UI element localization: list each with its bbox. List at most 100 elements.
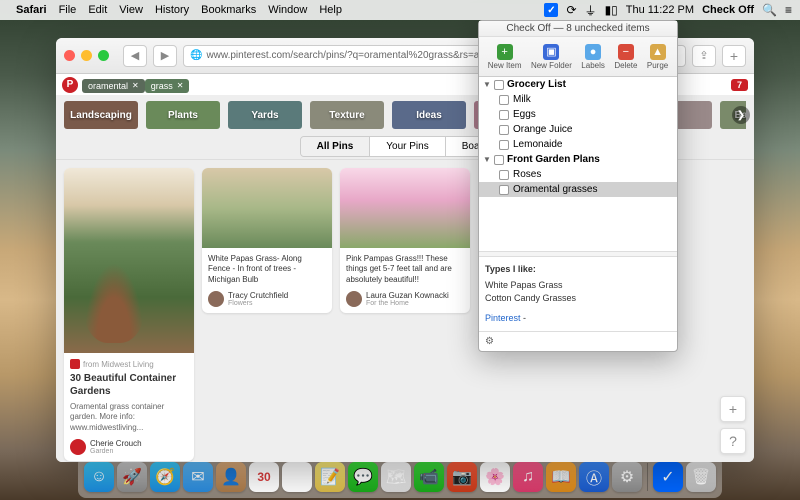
checkbox[interactable] bbox=[499, 170, 509, 180]
menu-view[interactable]: View bbox=[119, 4, 143, 16]
category-tile[interactable]: Ideas bbox=[392, 101, 466, 129]
folder[interactable]: ▼Front Garden Plans bbox=[479, 152, 677, 167]
menu-edit[interactable]: Edit bbox=[88, 4, 107, 16]
toolbar-new-item[interactable]: +New Item bbox=[488, 44, 522, 70]
share-button[interactable]: ⇪ bbox=[692, 45, 716, 67]
folder[interactable]: ▼Grocery List bbox=[479, 77, 677, 92]
dock-facetime[interactable]: 📹 bbox=[414, 462, 444, 492]
pin-author[interactable]: Cherie CrouchGarden bbox=[70, 439, 188, 455]
dock: ☺🚀🧭✉👤30☰📝💬🗺📹📷🌸♫📖Ⓐ⚙ ✓🗑 bbox=[78, 456, 722, 498]
dock-photobooth[interactable]: 📷 bbox=[447, 462, 477, 492]
back-button[interactable]: ◀ bbox=[123, 45, 147, 67]
battery-icon[interactable]: ▮▯ bbox=[605, 3, 618, 17]
note-link[interactable]: Pinterest bbox=[485, 313, 521, 323]
avatar bbox=[208, 291, 224, 307]
toolbar-delete[interactable]: −Delete bbox=[614, 44, 637, 70]
search-tag[interactable]: oramental✕ bbox=[82, 79, 145, 93]
dock-safari[interactable]: 🧭 bbox=[150, 462, 180, 492]
checkbox[interactable] bbox=[499, 185, 509, 195]
dock-notes[interactable]: 📝 bbox=[315, 462, 345, 492]
pin-card[interactable]: from Midwest Living 30 Beautiful Contain… bbox=[64, 168, 194, 461]
clock[interactable]: Thu 11:22 PM bbox=[626, 4, 694, 16]
status-app-label[interactable]: Check Off bbox=[702, 4, 754, 16]
dock-separator bbox=[647, 463, 648, 491]
checkoff-menubar-icon[interactable]: ✓ bbox=[544, 3, 558, 17]
dock-trash[interactable]: 🗑 bbox=[686, 462, 716, 492]
checkbox[interactable] bbox=[499, 140, 509, 150]
pin-card[interactable]: Pink Pampas Grass!!! These things get 5-… bbox=[340, 168, 470, 313]
scroll-right-button[interactable]: ❯ bbox=[732, 106, 750, 124]
category-tile[interactable]: Yards bbox=[228, 101, 302, 129]
dock-mail[interactable]: ✉ bbox=[183, 462, 213, 492]
pinterest-logo[interactable]: P bbox=[62, 77, 78, 93]
spotlight-icon[interactable]: 🔍 bbox=[762, 3, 777, 17]
note-header: Types I like: bbox=[485, 263, 671, 276]
dock-checkoff[interactable]: ✓ bbox=[653, 462, 683, 492]
wifi-icon[interactable]: ⏚ bbox=[585, 2, 597, 19]
menubar: Safari File Edit View History Bookmarks … bbox=[0, 0, 800, 20]
checkbox[interactable] bbox=[494, 155, 504, 165]
category-tile[interactable]: Landscaping bbox=[64, 101, 138, 129]
dock-preferences[interactable]: ⚙ bbox=[612, 462, 642, 492]
dock-maps[interactable]: 🗺 bbox=[381, 462, 411, 492]
dock-itunes[interactable]: ♫ bbox=[513, 462, 543, 492]
pin-author[interactable]: Laura Guzan KownackiFor the Home bbox=[346, 291, 464, 307]
dock-appstore[interactable]: Ⓐ bbox=[579, 462, 609, 492]
checkbox[interactable] bbox=[499, 110, 509, 120]
add-pin-button[interactable]: + bbox=[720, 396, 746, 422]
toolbar-labels[interactable]: ●Labels bbox=[581, 44, 605, 70]
menu-help[interactable]: Help bbox=[319, 4, 342, 16]
toolbar-purge[interactable]: ▲Purge bbox=[647, 44, 668, 70]
avatar bbox=[346, 291, 362, 307]
forward-button[interactable]: ▶ bbox=[153, 45, 177, 67]
list-item[interactable]: Milk bbox=[479, 92, 677, 107]
category-tile[interactable]: Texture bbox=[310, 101, 384, 129]
checkbox[interactable] bbox=[499, 95, 509, 105]
dock-messages[interactable]: 💬 bbox=[348, 462, 378, 492]
dock-calendar[interactable]: 30 bbox=[249, 462, 279, 492]
globe-icon: 🌐 bbox=[190, 50, 202, 61]
new-tab-button[interactable]: + bbox=[722, 45, 746, 67]
note-line: White Papas Grass bbox=[485, 279, 671, 292]
tab-all-pins[interactable]: All Pins bbox=[301, 137, 371, 156]
close-button[interactable] bbox=[64, 50, 75, 61]
app-name[interactable]: Safari bbox=[16, 4, 47, 16]
note-line: Cotton Candy Grasses bbox=[485, 292, 671, 305]
search-tag[interactable]: grass✕ bbox=[145, 79, 190, 93]
dock-finder[interactable]: ☺ bbox=[84, 462, 114, 492]
toolbar-new-folder[interactable]: ▣New Folder bbox=[531, 44, 572, 70]
category-tile[interactable]: Plants bbox=[146, 101, 220, 129]
close-icon[interactable]: ✕ bbox=[177, 81, 184, 90]
dock-reminders[interactable]: ☰ bbox=[282, 462, 312, 492]
gear-icon[interactable]: ⚙ bbox=[485, 336, 494, 347]
list-item[interactable]: Orange Juice bbox=[479, 122, 677, 137]
menu-window[interactable]: Window bbox=[268, 4, 307, 16]
disclosure-triangle-icon[interactable]: ▼ bbox=[483, 80, 491, 89]
minimize-button[interactable] bbox=[81, 50, 92, 61]
pin-card[interactable]: White Papas Grass- Along Fence - In fron… bbox=[202, 168, 332, 313]
pin-author[interactable]: Tracy CrutchfieldFlowers bbox=[208, 291, 326, 307]
dock-launchpad[interactable]: 🚀 bbox=[117, 462, 147, 492]
tab-your-pins[interactable]: Your Pins bbox=[370, 137, 445, 156]
help-button[interactable]: ? bbox=[720, 428, 746, 454]
notification-badge[interactable]: 7 bbox=[731, 79, 748, 91]
zoom-button[interactable] bbox=[98, 50, 109, 61]
dock-contacts[interactable]: 👤 bbox=[216, 462, 246, 492]
note-panel[interactable]: Types I like: White Papas Grass Cotton C… bbox=[479, 257, 677, 331]
notification-center-icon[interactable]: ≡ bbox=[785, 3, 792, 17]
checkbox[interactable] bbox=[494, 80, 504, 90]
disclosure-triangle-icon[interactable]: ▼ bbox=[483, 155, 491, 164]
list-item[interactable]: Oramental grasses bbox=[479, 182, 677, 197]
menu-file[interactable]: File bbox=[59, 4, 77, 16]
list-item[interactable]: Roses bbox=[479, 167, 677, 182]
list-item[interactable]: Lemonaide bbox=[479, 137, 677, 152]
close-icon[interactable]: ✕ bbox=[132, 81, 139, 90]
list-item[interactable]: Eggs bbox=[479, 107, 677, 122]
checkbox[interactable] bbox=[499, 125, 509, 135]
sync-icon[interactable]: ⟳ bbox=[566, 3, 576, 17]
dock-ibooks[interactable]: 📖 bbox=[546, 462, 576, 492]
menu-bookmarks[interactable]: Bookmarks bbox=[201, 4, 256, 16]
menu-history[interactable]: History bbox=[155, 4, 189, 16]
traffic-lights bbox=[64, 50, 109, 61]
dock-photos[interactable]: 🌸 bbox=[480, 462, 510, 492]
